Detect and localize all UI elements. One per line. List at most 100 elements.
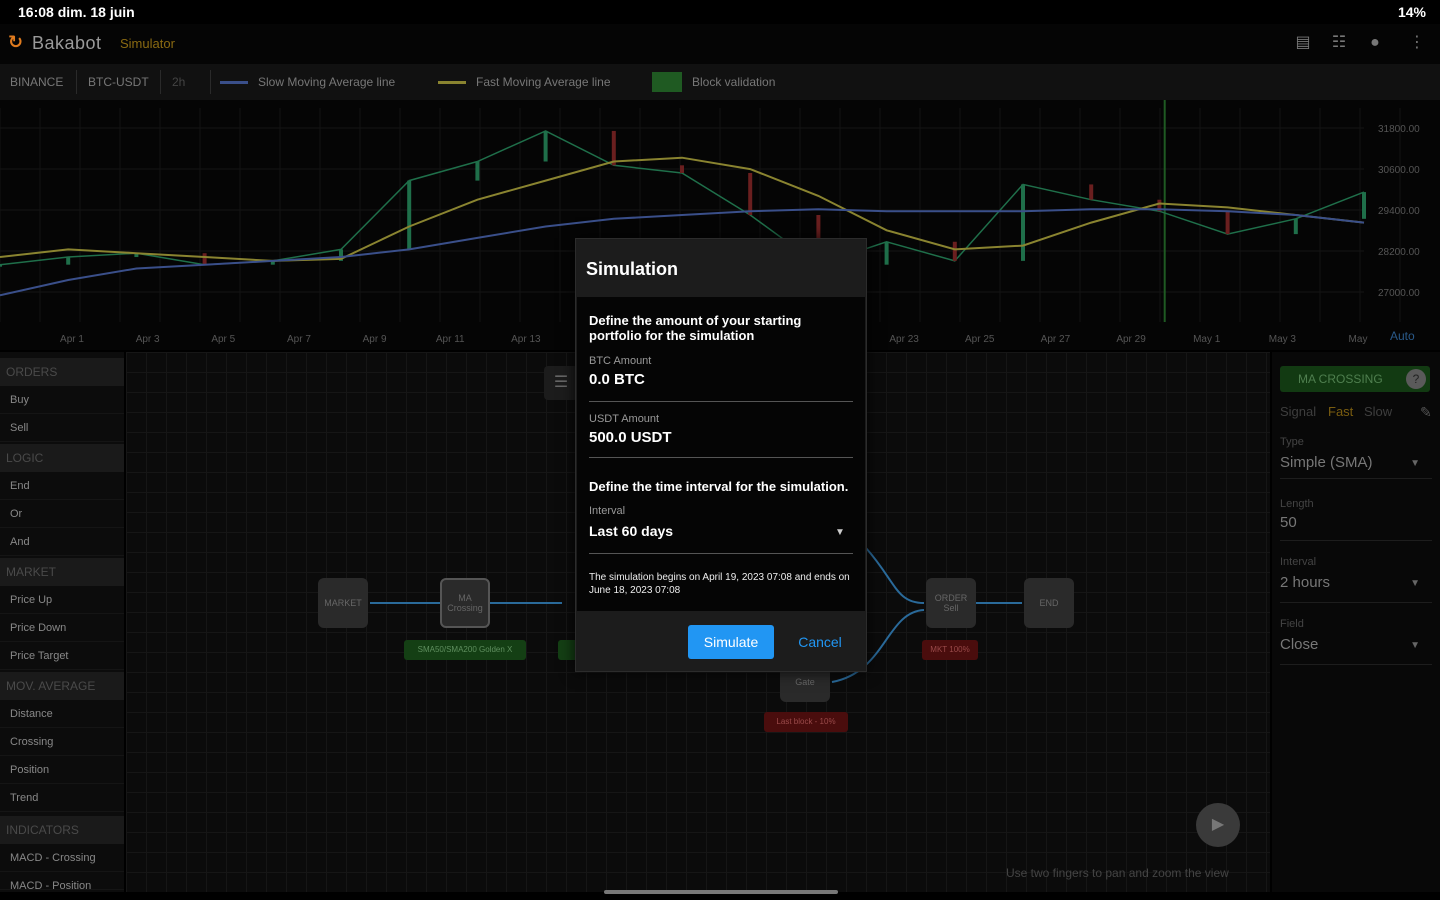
help-icon[interactable]: ● xyxy=(1364,32,1386,54)
palette-item-or[interactable]: Or xyxy=(0,500,124,528)
palette-item-end[interactable]: End xyxy=(0,472,124,500)
palette-item-macd-crossing[interactable]: MACD - Crossing xyxy=(0,844,124,872)
bakabot-logo-icon: ↻ xyxy=(8,32,24,52)
palette-item-crossing[interactable]: Crossing xyxy=(0,728,124,756)
palette-item-sell[interactable]: Sell xyxy=(0,414,124,442)
pan-zoom-hint: Use two fingers to pan and zoom the view xyxy=(1006,866,1229,880)
tag-sma-golden[interactable]: SMA50/SMA200 Golden X xyxy=(404,640,526,660)
palette-item-buy[interactable]: Buy xyxy=(0,386,124,414)
field-dropdown-icon[interactable]: ▼ xyxy=(1410,640,1420,651)
interval-select[interactable]: Last 60 days xyxy=(589,523,673,539)
field-underline xyxy=(589,401,853,402)
divider xyxy=(210,70,211,94)
gesture-bar[interactable] xyxy=(604,890,838,894)
x-tick-label: Apr 23 xyxy=(889,334,919,345)
field-select[interactable]: Close xyxy=(1280,636,1318,653)
chart-icon[interactable]: ▤ xyxy=(1292,32,1314,54)
node-end[interactable]: END xyxy=(1024,578,1074,628)
interval-selector[interactable]: 2h xyxy=(168,72,189,92)
interval-select[interactable]: 2 hours xyxy=(1280,574,1330,591)
x-tick-label: Apr 11 xyxy=(436,334,465,345)
node-order-sell[interactable]: ORDER Sell xyxy=(926,578,976,628)
simulate-button[interactable]: Simulate xyxy=(688,625,774,659)
node-market-label: MARKET xyxy=(324,598,362,608)
x-tick-label: May xyxy=(1349,334,1368,345)
length-label: Length xyxy=(1280,498,1314,510)
section-market: MARKET xyxy=(0,558,124,586)
candle xyxy=(884,241,889,265)
candle xyxy=(1225,211,1230,235)
properties-panel: MA CROSSING ? Signal Fast Slow ✎ Type Si… xyxy=(1272,352,1440,892)
divider xyxy=(1280,540,1432,541)
app-name: Bakabot xyxy=(32,33,102,53)
x-tick-label: Apr 29 xyxy=(1116,334,1146,345)
block-validation-legend[interactable]: Block validation xyxy=(688,72,779,92)
cancel-button[interactable]: Cancel xyxy=(792,625,848,659)
exchange-selector[interactable]: BINANCE xyxy=(6,72,67,92)
type-select[interactable]: Simple (SMA) xyxy=(1280,454,1373,471)
palette-item-price-down[interactable]: Price Down xyxy=(0,614,124,642)
x-tick-label: Apr 1 xyxy=(60,334,84,345)
tree-icon[interactable]: ☷ xyxy=(1328,32,1350,54)
y-tick-label: 28200.00 xyxy=(1378,247,1420,258)
candle xyxy=(1293,218,1298,235)
divider xyxy=(1280,664,1432,665)
candle xyxy=(0,264,2,267)
x-tick-label: Apr 27 xyxy=(1041,334,1071,345)
slow-ma-legend[interactable]: Slow Moving Average line xyxy=(254,72,399,92)
status-battery: 14% xyxy=(1397,4,1426,20)
palette-item-distance[interactable]: Distance xyxy=(0,700,124,728)
divider xyxy=(76,70,77,94)
field-underline xyxy=(589,457,853,458)
section-indicators: INDICATORS xyxy=(0,816,124,844)
divider xyxy=(1280,478,1432,479)
tab-signal[interactable]: Signal xyxy=(1280,404,1316,419)
play-button[interactable]: ▶ xyxy=(1196,803,1240,847)
ma-crossing-title: MA CROSSING xyxy=(1298,372,1383,386)
x-tick-label: May 3 xyxy=(1269,334,1297,345)
block-palette: ORDERS Buy Sell LOGIC End Or And MARKET … xyxy=(0,352,124,892)
tab-slow[interactable]: Slow xyxy=(1364,404,1392,419)
field-label: Field xyxy=(1280,618,1304,630)
help-icon[interactable]: ? xyxy=(1406,369,1426,389)
candle xyxy=(543,130,548,162)
tag-mkt[interactable]: MKT 100% xyxy=(922,640,978,660)
tag-last-block[interactable]: Last block - 10% xyxy=(764,712,848,732)
more-vert-icon[interactable]: ⋮ xyxy=(1406,32,1428,54)
candle xyxy=(680,165,684,173)
status-time-date: 16:08 dim. 18 juin xyxy=(18,4,135,20)
section-logic: LOGIC xyxy=(0,444,124,472)
node-ma-crossing-sub: Crossing xyxy=(447,603,483,613)
usdt-amount-field[interactable]: 500.0 USDT xyxy=(589,429,672,446)
divider xyxy=(1280,602,1432,603)
edit-icon[interactable]: ✎ xyxy=(1420,404,1432,421)
tab-fast[interactable]: Fast xyxy=(1328,404,1353,419)
btc-amount-field[interactable]: 0.0 BTC xyxy=(589,371,645,388)
section-orders: ORDERS xyxy=(0,358,124,386)
x-tick-label: Apr 13 xyxy=(511,334,541,345)
chevron-down-icon[interactable]: ▼ xyxy=(835,527,845,538)
interval-dropdown-icon[interactable]: ▼ xyxy=(1410,578,1420,589)
ma-crossing-header: MA CROSSING ? xyxy=(1280,366,1430,392)
play-icon: ▶ xyxy=(1211,816,1225,833)
y-tick-label: 29400.00 xyxy=(1378,206,1420,217)
y-tick-label: 27000.00 xyxy=(1378,288,1420,299)
palette-item-trend[interactable]: Trend xyxy=(0,784,124,812)
palette-item-price-up[interactable]: Price Up xyxy=(0,586,124,614)
app-bar: ↻ Bakabot Simulator ▤ ☷ ● ⋮ xyxy=(0,24,1440,64)
type-dropdown-icon[interactable]: ▼ xyxy=(1410,458,1420,469)
palette-item-position[interactable]: Position xyxy=(0,756,124,784)
palette-item-and[interactable]: And xyxy=(0,528,124,556)
node-ma-crossing[interactable]: MA Crossing xyxy=(440,578,490,628)
candle xyxy=(611,130,616,166)
fast-ma-legend[interactable]: Fast Moving Average line xyxy=(472,72,615,92)
palette-item-macd-position[interactable]: MACD - Position xyxy=(0,872,124,890)
fast-ma-swatch xyxy=(438,81,466,84)
auto-scale-button[interactable]: Auto xyxy=(1390,329,1415,343)
palette-item-price-target[interactable]: Price Target xyxy=(0,642,124,670)
node-market[interactable]: MARKET xyxy=(318,578,368,628)
length-field[interactable]: 50 xyxy=(1280,514,1297,531)
simulation-range-note: The simulation begins on April 19, 2023 … xyxy=(589,572,850,596)
pair-selector[interactable]: BTC-USDT xyxy=(84,72,153,92)
node-end-label: END xyxy=(1039,598,1059,608)
